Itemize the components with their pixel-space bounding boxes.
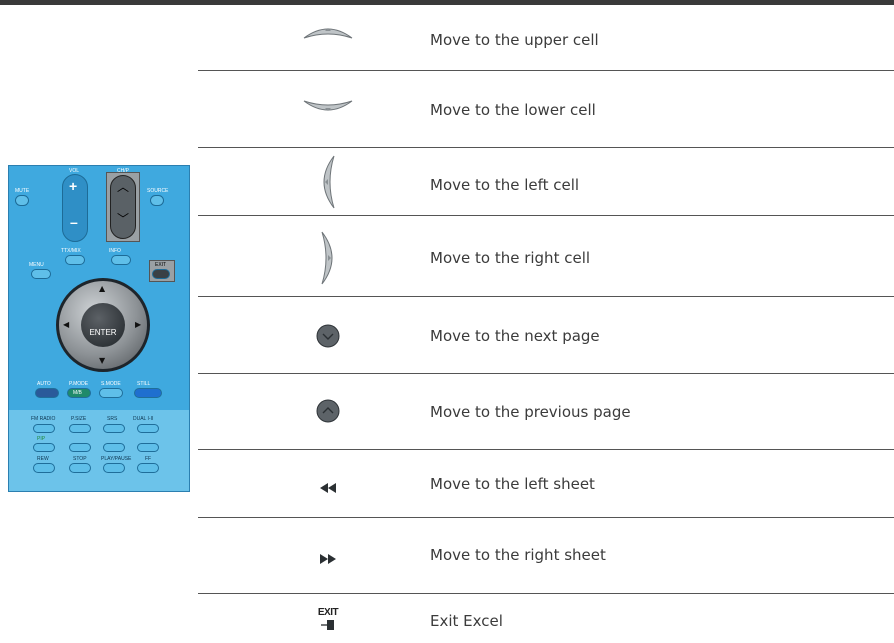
up-arrow-key-icon [278,22,378,46]
rew-label: REW [37,456,49,462]
pad-right-icon: ▶ [135,320,142,329]
mute-label: MUTE [15,188,30,194]
row-label: Move to the upper cell [430,31,599,49]
table-row: Move to the left cell [198,148,894,215]
exit-icon: EXIT [278,608,378,631]
source-button [150,195,164,206]
ff-button [137,463,159,473]
table-row: Move to the right sheet [198,518,894,593]
info-button [111,255,131,265]
row-label: Move to the right cell [430,249,591,267]
pmode-label: P.MODE [69,381,89,387]
srs-label: SRS [107,416,118,422]
down-arrow-key-icon [278,97,378,121]
table-row: Move to the next page [198,297,894,373]
pad-down-icon: ▼ [99,356,106,365]
play-pause-label: PLAY/PAUSE [101,456,132,462]
pip-source-button [69,443,91,452]
remote-control-image: VOL CH/P MUTE + – ︿ ﹀ SOURCE TTX/MIX INF… [8,165,190,492]
auto-label: AUTO [37,381,51,387]
table-row: Move to the previous page [198,374,894,449]
ff-label: FF [145,456,152,462]
row-label: Move to the lower cell [430,101,596,119]
smode-label: S.MODE [101,381,121,387]
ttx-button [65,255,85,265]
table-row: Move to the lower cell [198,71,894,147]
channel-down-button-icon [278,324,378,352]
exit-icon-text: EXIT [317,607,339,618]
table-row: Move to the left sheet [198,450,894,517]
source-label: SOURCE [147,188,169,194]
psize-label: P.SIZE [71,416,87,422]
row-label: Move to the next page [430,327,600,345]
stop-label: STOP [73,456,87,462]
channel-up-button-icon [278,399,378,427]
navigation-pad: ▲ ▼ ◀ ▶ ENTER [56,278,150,372]
still-button [134,388,162,398]
row-label: Move to the right sheet [430,546,606,564]
pad-up-icon: ▲ [99,284,106,293]
right-arrow-key-icon [278,228,378,292]
mb-label: M/B [73,390,82,396]
smode-button [99,388,123,398]
table-row: EXIT Exit Excel [198,594,894,643]
channel-down-icon: ﹀ [117,212,130,226]
exit-button [152,269,170,279]
left-arrow-key-icon [278,152,378,216]
fm-radio-button [33,424,55,433]
pip-size-button [137,443,159,452]
info-label: INFO [109,248,121,254]
table-row: Move to the upper cell [198,0,894,70]
pip-button [33,443,55,452]
rew-button [33,463,55,473]
row-label: Move to the left sheet [430,475,595,493]
pad-left-icon: ◀ [63,320,70,329]
exit-arrow-icon [321,620,334,630]
rewind-icon [278,478,378,497]
auto-button [35,388,59,398]
pip-label: PIP [37,436,46,442]
row-label: Move to the left cell [430,176,580,194]
row-label: Exit Excel [430,612,503,630]
mute-button [15,195,29,206]
still-label: STILL [137,381,151,387]
dual-button [137,424,159,433]
vol-minus-icon: – [70,214,78,230]
channel-up-icon: ︿ [117,180,130,194]
menu-button [31,269,51,279]
row-label: Move to the previous page [430,403,631,421]
vol-plus-icon: + [69,178,78,194]
enter-button: ENTER [81,303,125,347]
play-pause-button [103,463,125,473]
stop-button [69,463,91,473]
pip-swap-button [103,443,125,452]
fast-forward-icon [278,549,378,568]
exit-label: EXIT [155,262,167,268]
dual-label: DUAL I-II [133,416,154,422]
table-row: Move to the right cell [198,216,894,296]
srs-button [103,424,125,433]
fm-radio-label: FM RADIO [31,416,56,422]
ttx-label: TTX/MIX [61,248,81,254]
psize-button [69,424,91,433]
menu-label: MENU [29,262,44,268]
